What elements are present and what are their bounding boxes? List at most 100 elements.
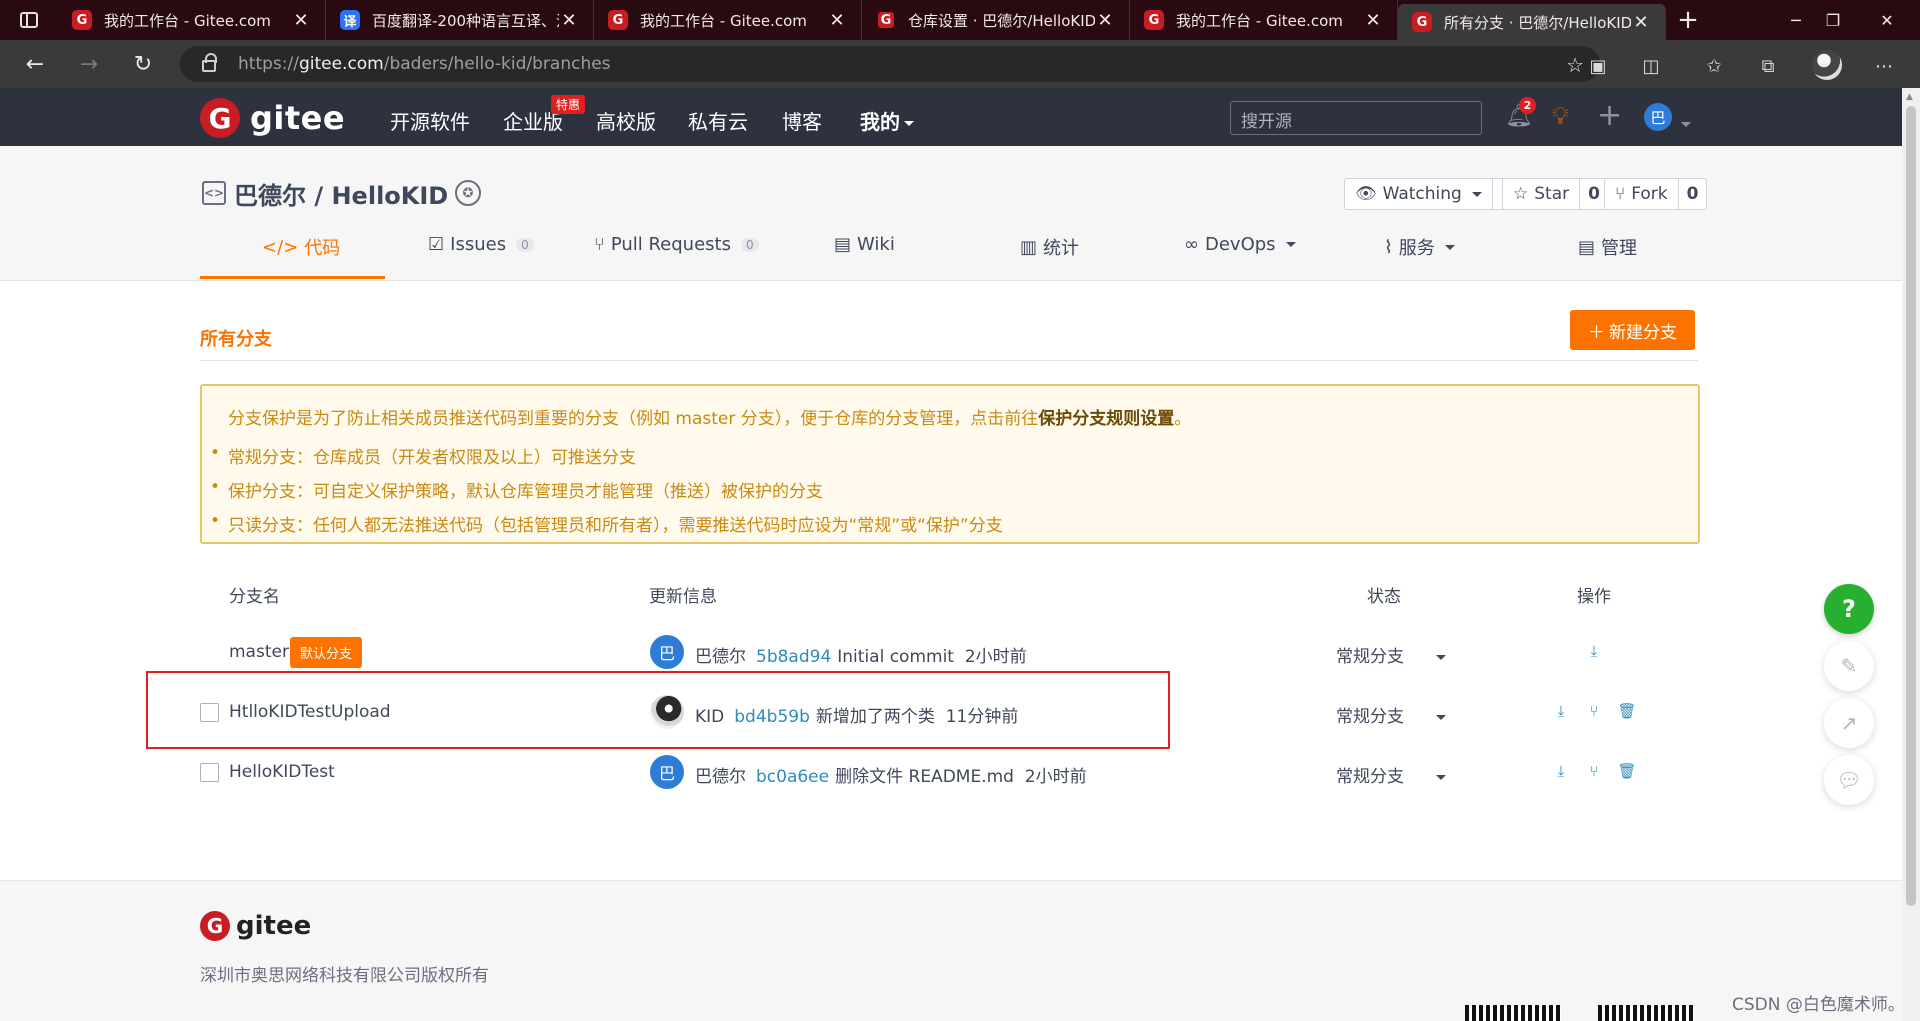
fork-button[interactable]: ⑂ Fork 0 [1604,178,1708,210]
restore-window-icon[interactable]: ❐ [1809,0,1857,40]
branch-status-select[interactable]: 常规分支 [1336,642,1446,667]
browser-profile-avatar[interactable] [1812,50,1842,80]
repo-title[interactable]: 巴德尔 / HelloKID [234,176,448,211]
close-tab-icon[interactable]: ✕ [291,10,311,31]
browser-tab-6-active[interactable]: G 所有分支 · 巴德尔/HelloKID - Gitee ✕ [1398,4,1666,40]
footer-copyright: 深圳市奥思网络科技有限公司版权所有 [200,966,489,986]
forward-icon[interactable]: → [62,40,116,88]
manage-icon: ▤ [1578,236,1596,258]
tab-wiki[interactable]: ▤ Wiki [834,234,895,255]
share-icon[interactable]: ↗ [1824,698,1874,748]
notice-intro-end: 。 [1174,409,1192,429]
tab-title: 我的工作台 - Gitee.com [640,11,807,30]
nav-education[interactable]: 高校版 [596,106,656,135]
footer-logo[interactable]: G gitee [200,911,311,941]
nav-mine[interactable]: 我的 [860,106,914,135]
scrollbar-thumb[interactable] [1906,106,1916,906]
tab-title: 我的工作台 - Gitee.com [1176,11,1343,30]
branch-status-select[interactable]: 常规分支 [1336,702,1446,727]
browser-tab-2[interactable]: 译 百度翻译-200种语言互译、沟通全世界 ✕ [326,0,594,40]
commit-sha-link[interactable]: bc0a6ee [756,767,829,787]
chat-icon[interactable]: 💬︎ [1824,755,1874,805]
branch-status-value: 常规分支 [1336,707,1404,727]
nav-private-cloud[interactable]: 私有云 [688,106,748,135]
protection-rules-link[interactable]: 保护分支规则设置 [1038,409,1174,429]
watch-button-main[interactable]: 👁︎ Watching [1345,179,1493,209]
fork-button-main[interactable]: ⑂ Fork [1605,179,1679,209]
branch-checkbox[interactable] [200,763,219,782]
browser-tab-4[interactable]: G 仓库设置 · 巴德尔/HelloKID - Gitee ✕ [862,0,1130,40]
extension-icon[interactable]: ▣ [1584,52,1612,80]
chevron-down-icon [1436,774,1446,780]
user-avatar[interactable]: 巴 [1644,103,1672,131]
commit-author[interactable]: 巴德尔 [695,647,746,667]
issues-count: 0 [516,237,534,252]
fork-count[interactable]: 0 [1679,179,1707,209]
wiki-icon: ▤ [834,234,852,255]
commit-sha-link[interactable]: 5b8ad94 [756,647,831,667]
scroll-up-icon[interactable]: ▲ [1906,92,1913,102]
download-icon[interactable]: ⤓ [1551,701,1571,721]
close-tab-icon[interactable]: ✕ [1631,12,1651,33]
author-avatar[interactable]: 巴 [650,755,684,789]
close-tab-icon[interactable]: ✕ [559,10,579,31]
browser-tab-1[interactable]: G 我的工作台 - Gitee.com ✕ [58,0,326,40]
delete-trash-icon[interactable]: 🗑︎ [1617,761,1637,781]
close-tab-icon[interactable]: ✕ [827,10,847,31]
merge-request-icon[interactable]: ⑂ [1584,701,1604,721]
collections-icon[interactable]: ⧉ [1754,52,1782,80]
help-button[interactable]: ? [1824,584,1874,634]
search-input[interactable]: 搜开源 [1230,101,1482,135]
close-window-icon[interactable]: ✕ [1863,0,1911,40]
add-favorite-icon[interactable]: ☆ [1566,53,1584,77]
tab-stats[interactable]: ▥ 统计 [1020,234,1079,260]
commit-author[interactable]: 巴德尔 [695,767,746,787]
delete-trash-icon[interactable]: 🗑︎ [1617,701,1637,721]
lightbulb-icon[interactable]: 💡︎ [1552,102,1569,130]
repo-medal-icon[interactable]: ✪ [455,180,481,206]
nav-blog[interactable]: 博客 [782,106,822,135]
back-icon[interactable]: ← [8,40,62,88]
feedback-edit-icon[interactable]: ✎ [1824,641,1874,691]
nav-open-source[interactable]: 开源软件 [390,106,470,135]
title-divider [200,360,1698,361]
tab-issues[interactable]: ☑ Issues 0 [428,234,534,255]
download-icon[interactable]: ⤓ [1584,641,1604,661]
tab-pull-requests[interactable]: ⑂ Pull Requests 0 [594,234,759,255]
tab-service[interactable]: ⌇ 服务 [1384,234,1455,260]
tab-actions-button[interactable] [0,0,58,40]
url-field[interactable]: https://gitee.com/baders/hello-kid/branc… [180,46,1600,82]
eye-icon: 👁︎ [1355,184,1377,204]
tab-code[interactable]: </> 代码 [262,234,340,260]
watch-button[interactable]: 👁︎Watching 2 [1344,178,1522,210]
branch-status-select[interactable]: 常规分支 [1336,762,1446,787]
create-plus-icon[interactable]: + [1597,98,1622,133]
tab-manage[interactable]: ▤ 管理 [1578,234,1637,260]
gitee-logo[interactable]: G gitee [200,98,345,138]
close-tab-icon[interactable]: ✕ [1363,10,1383,31]
branch-name-link[interactable]: HelloKIDTest [229,762,335,782]
new-tab-button[interactable]: + [1666,0,1710,40]
gitee-header: G gitee 开源软件 企业版 特惠 高校版 私有云 博客 我的 搜开源 🔔︎… [0,88,1902,146]
browser-tab-3[interactable]: G 我的工作台 - Gitee.com ✕ [594,0,862,40]
refresh-icon[interactable]: ↻ [116,40,170,88]
new-branch-button[interactable]: ＋新建分支 [1570,310,1695,350]
branch-status-value: 常规分支 [1336,767,1404,787]
user-menu-chevron-icon[interactable] [1677,114,1691,133]
author-avatar[interactable]: 巴 [650,635,684,669]
star-button-main[interactable]: ☆ Star [1503,179,1581,209]
download-icon[interactable]: ⤓ [1551,761,1571,781]
merge-request-icon[interactable]: ⑂ [1584,761,1604,781]
branch-status-value: 常规分支 [1336,647,1404,667]
page-scrollbar[interactable]: ▲ [1902,88,1920,1021]
tab-issues-label: Issues [450,234,507,255]
baidu-translate-favicon-icon: 译 [340,10,360,30]
star-button[interactable]: ☆ Star 0 [1502,178,1609,210]
branch-name-link[interactable]: master [229,642,289,662]
close-tab-icon[interactable]: ✕ [1095,10,1115,31]
browser-tab-5[interactable]: G 我的工作台 - Gitee.com ✕ [1130,0,1398,40]
favorites-icon[interactable]: ✩ [1700,52,1728,80]
more-options-icon[interactable]: ⋯ [1870,52,1898,80]
tab-devops[interactable]: ∞ DevOps [1184,234,1296,255]
reading-view-icon[interactable]: ◫ [1637,52,1665,80]
